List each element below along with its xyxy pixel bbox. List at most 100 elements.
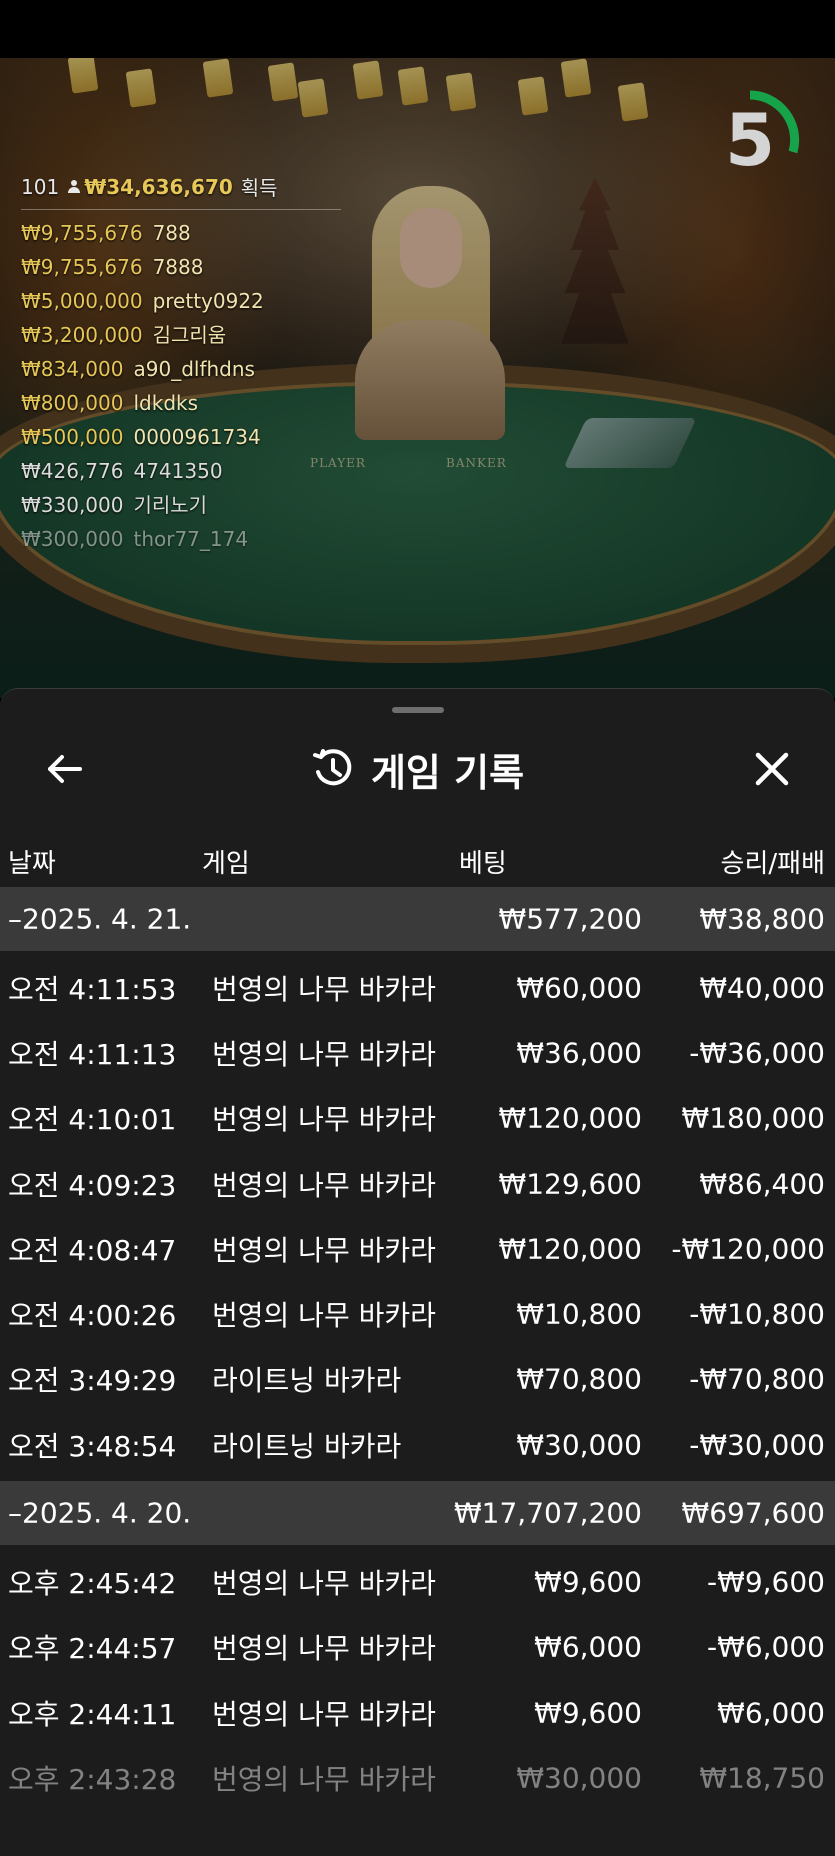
- winners-total: ₩34,636,670: [84, 174, 233, 199]
- column-bet: 베팅: [459, 849, 507, 879]
- row-bet: ₩70,800: [516, 1362, 642, 1396]
- group-date: –2025. 4. 21.: [8, 902, 192, 936]
- history-row[interactable]: 오전 4:08:47 번영의 나무 바카라 ₩120,000 -₩120,000: [0, 1216, 835, 1281]
- winner-name: ldkdks: [133, 391, 199, 415]
- winner-count: 101: [21, 174, 60, 199]
- row-game: 번영의 나무 바카라: [212, 1233, 436, 1267]
- row-result: -₩120,000: [671, 1232, 825, 1266]
- winner-amount: ₩9,755,676: [21, 221, 143, 245]
- history-row[interactable]: 오후 2:45:42 번영의 나무 바카라 ₩9,600 -₩9,600: [0, 1549, 835, 1614]
- winner-row: ₩9,755,676 7888: [21, 250, 341, 284]
- row-result: -₩10,800: [689, 1297, 825, 1331]
- row-game: 번영의 나무 바카라: [212, 1299, 436, 1333]
- winner-row: ₩300,000 thor77_174: [21, 522, 341, 556]
- row-game: 번영의 나무 바카라: [212, 1762, 436, 1796]
- row-result: ₩6,000: [717, 1696, 825, 1730]
- winner-row: ₩9,755,676 788: [21, 216, 341, 250]
- group-bet-total: ₩577,200: [498, 902, 642, 936]
- column-date: 날짜: [8, 849, 56, 879]
- winner-amount: ₩426,776: [21, 459, 124, 483]
- winner-amount: ₩330,000: [21, 493, 124, 517]
- winner-row: ₩800,000 ldkdks: [21, 386, 341, 420]
- group-result-total: ₩697,600: [681, 1496, 825, 1530]
- winner-list: ₩9,755,676 788 ₩9,755,676 7888 ₩5,000,000 pre…: [21, 216, 341, 556]
- row-time: 오전 4:11:53: [8, 972, 177, 1006]
- row-time: 오전 4:09:23: [8, 1168, 177, 1202]
- arrow-left-icon: [48, 755, 82, 783]
- winner-amount: ₩5,000,000: [21, 289, 143, 313]
- history-row[interactable]: 오전 4:11:13 번영의 나무 바카라 ₩36,000 -₩36,000: [0, 1020, 835, 1085]
- history-row[interactable]: 오전 3:48:54 라이트닝 바카라 ₩30,000 -₩30,000: [0, 1412, 835, 1477]
- winner-name: 기리노기: [133, 493, 208, 517]
- history-row[interactable]: 오전 4:10:01 번영의 나무 바카라 ₩120,000 ₩180,000: [0, 1086, 835, 1151]
- column-result: 승리/패배: [720, 849, 825, 879]
- row-result: -₩36,000: [689, 1036, 825, 1070]
- row-time: 오전 4:10:01: [8, 1103, 177, 1137]
- row-game: 번영의 나무 바카라: [212, 1037, 436, 1071]
- date-group-row[interactable]: –2025. 4. 21. ₩577,200 ₩38,800: [0, 887, 835, 951]
- row-bet: ₩30,000: [516, 1761, 642, 1795]
- winner-amount: ₩3,200,000: [21, 323, 143, 347]
- row-bet: ₩36,000: [516, 1036, 642, 1070]
- row-bet: ₩120,000: [498, 1232, 642, 1266]
- history-row[interactable]: 오전 4:09:23 번영의 나무 바카라 ₩129,600 ₩86,400: [0, 1151, 835, 1216]
- history-row[interactable]: 오후 2:43:28 번영의 나무 바카라 ₩30,000 ₩18,750: [0, 1745, 835, 1810]
- row-time: 오후 2:44:11: [8, 1697, 177, 1731]
- row-bet: ₩60,000: [516, 971, 642, 1005]
- history-row[interactable]: 오후 2:44:57 번영의 나무 바카라 ₩6,000 -₩6,000: [0, 1615, 835, 1680]
- row-time: 오전 4:08:47: [8, 1233, 177, 1267]
- row-time: 오전 3:49:29: [8, 1364, 177, 1398]
- row-game: 라이트닝 바카라: [212, 1429, 402, 1463]
- winner-row: ₩330,000 기리노기: [21, 488, 341, 522]
- row-time: 오후 2:44:57: [8, 1632, 177, 1666]
- winner-amount: ₩500,000: [21, 425, 124, 449]
- date-group-row[interactable]: –2025. 4. 20. ₩17,707,200 ₩697,600: [0, 1481, 835, 1546]
- row-bet: ₩9,600: [534, 1565, 642, 1599]
- row-time: 오전 3:48:54: [8, 1429, 177, 1463]
- row-bet: ₩9,600: [534, 1696, 642, 1730]
- row-time: 오전 4:11:13: [8, 1037, 177, 1071]
- sheet-header: 게임 기록: [0, 719, 835, 819]
- winner-row: ₩5,000,000 pretty0922: [21, 284, 341, 318]
- person-icon: [67, 179, 81, 194]
- row-result: -₩70,800: [689, 1362, 825, 1396]
- winner-row: ₩3,200,000 김그리움: [21, 318, 341, 352]
- row-game: 번영의 나무 바카라: [212, 972, 436, 1006]
- row-game: 번영의 나무 바카라: [212, 1168, 436, 1202]
- group-bet-total: ₩17,707,200: [453, 1496, 642, 1530]
- history-list: –2025. 4. 21. ₩577,200 ₩38,800 오전 4:11:53 번영…: [0, 887, 835, 1815]
- row-bet: ₩129,600: [498, 1167, 642, 1201]
- row-result: ₩180,000: [681, 1101, 825, 1135]
- status-bar: [0, 0, 835, 58]
- history-row[interactable]: 오전 3:49:29 라이트닝 바카라 ₩70,800 -₩70,800: [0, 1347, 835, 1412]
- winner-row: ₩834,000 a90_dlfhdns: [21, 352, 341, 386]
- winner-amount: ₩800,000: [21, 391, 124, 415]
- winner-name: thor77_174: [133, 527, 249, 551]
- winner-amount: ₩300,000: [21, 527, 124, 551]
- winner-name: pretty0922: [152, 289, 264, 313]
- drag-handle[interactable]: [392, 707, 444, 713]
- row-bet: ₩120,000: [498, 1101, 642, 1135]
- history-row[interactable]: 오후 2:44:11 번영의 나무 바카라 ₩9,600 ₩6,000: [0, 1680, 835, 1745]
- back-button[interactable]: [38, 743, 90, 795]
- countdown-number: 5: [724, 98, 776, 182]
- column-game: 게임: [202, 849, 250, 879]
- sheet-title: 게임 기록: [370, 750, 525, 795]
- winner-name: 김그리움: [152, 323, 227, 347]
- row-time: 오전 4:00:26: [8, 1299, 177, 1333]
- row-result: -₩9,600: [707, 1565, 825, 1599]
- row-result: ₩86,400: [699, 1167, 825, 1201]
- row-game: 번영의 나무 바카라: [212, 1567, 436, 1601]
- history-row[interactable]: 오전 4:00:26 번영의 나무 바카라 ₩10,800 -₩10,800: [0, 1281, 835, 1346]
- row-bet: ₩6,000: [534, 1630, 642, 1664]
- row-result: ₩18,750: [699, 1761, 825, 1795]
- close-icon: [755, 752, 789, 786]
- game-history-sheet: 게임 기록 날짜 게임 베팅 승리/패배 –2025. 4. 21. ₩577,2…: [0, 688, 835, 1856]
- row-bet: ₩10,800: [516, 1297, 642, 1331]
- winner-name: 0000961734: [133, 425, 261, 449]
- history-row[interactable]: 오전 4:11:53 번영의 나무 바카라 ₩60,000 ₩40,000: [0, 955, 835, 1020]
- group-date: –2025. 4. 20.: [8, 1496, 192, 1530]
- title-wrap: 게임 기록: [0, 719, 835, 819]
- close-button[interactable]: [746, 743, 798, 795]
- row-game: 번영의 나무 바카라: [212, 1697, 436, 1731]
